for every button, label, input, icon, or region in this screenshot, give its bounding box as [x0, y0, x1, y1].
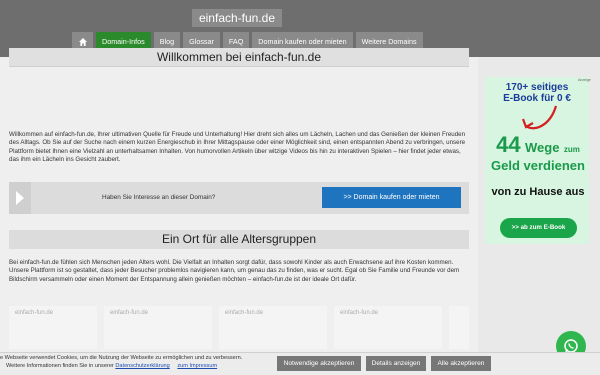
welcome-text: Willkommen auf einfach-fun.de, Ihrer ult… [9, 131, 466, 164]
section2-title: Ein Ort für alle Altersgruppen [161, 232, 317, 246]
cookie-text-line1: e Webseite verwendet Cookies, um die Nut… [0, 355, 243, 361]
thumbnail-label: einfach-fun.de [225, 310, 264, 316]
thumbnail-3[interactable]: einfach-fun.de [219, 306, 327, 349]
thumbnail-5[interactable] [449, 306, 469, 349]
thumbnail-1[interactable]: einfach-fun.de [9, 306, 97, 349]
ad-geld-verdienen: Geld verdienen [491, 158, 585, 173]
ebook-ad-button[interactable]: >> ab zum E-Book [500, 218, 577, 238]
ad-44-wege: 44 Wege zum Geld verdienen [490, 134, 586, 174]
ad-wege: Wege [525, 140, 560, 155]
cookie-text-prefix: Weitere Informationen finden Sie in unse… [6, 363, 114, 369]
cookie-text-line2: Weitere Informationen finden Sie in unse… [0, 362, 272, 370]
cookie-text: e Webseite verwendet Cookies, um die Nut… [0, 354, 272, 370]
imprint-link[interactable]: zum Impressum [177, 363, 217, 369]
accept-all-button[interactable]: Alle akzeptieren [431, 356, 491, 371]
ad-ebook-headline: 170+ seitiges E-Book für 0 € [492, 82, 582, 104]
home-icon [78, 37, 87, 46]
thumbnail-label: einfach-fun.de [340, 310, 379, 316]
ad-ebook-line2: E-Book für 0 € [503, 93, 571, 104]
thumbnail-label: einfach-fun.de [15, 310, 54, 316]
curved-arrow-icon [521, 105, 558, 130]
welcome-title: Willkommen bei einfach-fun.de [156, 50, 322, 64]
ad-ebook-line1: 170+ seitiges [505, 82, 569, 93]
ad-from-home: von zu Hause aus [491, 186, 585, 198]
cta-question: Haben Sie Interesse an dieser Domain? [102, 194, 216, 201]
thumbnail-4[interactable]: einfach-fun.de [334, 306, 442, 349]
privacy-link[interactable]: Datenschutzerklärung [115, 363, 169, 369]
section2-text: Bei einfach-fun.de fühlen sich Menschen … [9, 259, 460, 283]
chevron-right-icon [9, 182, 31, 214]
details-button[interactable]: Details anzeigen [366, 356, 426, 371]
ad-44-number: 44 [496, 132, 521, 157]
accept-necessary-button[interactable]: Notwendige akzeptieren [277, 356, 361, 371]
site-title[interactable]: einfach-fun.de [192, 9, 282, 27]
thumbnail-label: einfach-fun.de [110, 310, 149, 316]
thumbnail-2[interactable]: einfach-fun.de [104, 306, 212, 349]
ad-zum: zum [563, 145, 580, 154]
domain-buy-button[interactable]: >> Domain kaufen oder mieten [322, 187, 461, 208]
